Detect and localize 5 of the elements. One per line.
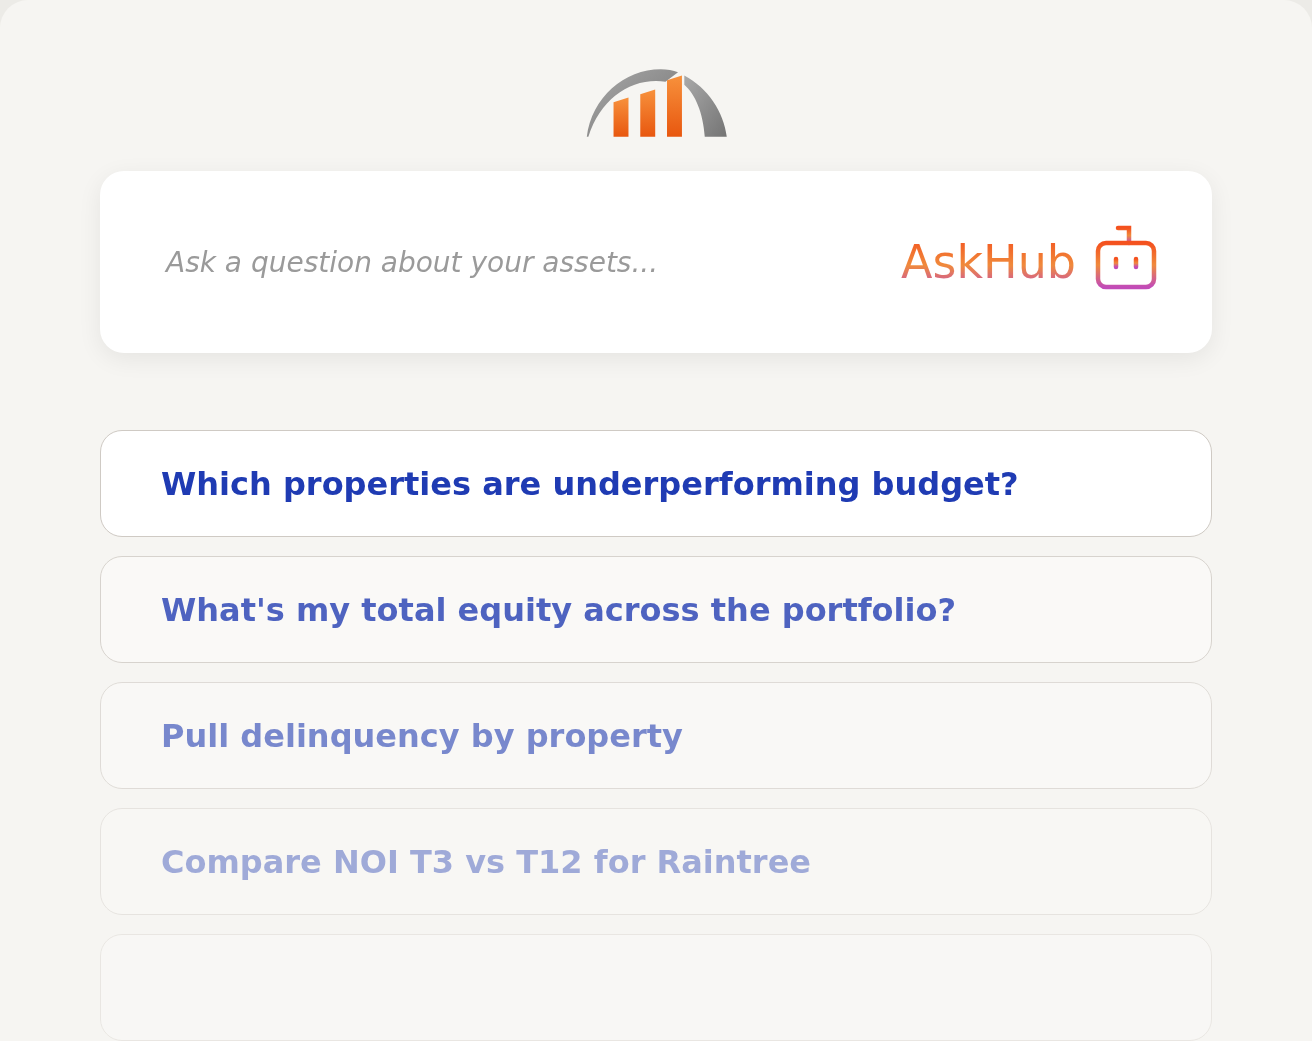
suggestion-button[interactable]: What's my total equity across the portfolio?: [100, 556, 1212, 663]
search-field[interactable]: Ask a question about your assets...: [166, 245, 901, 279]
suggestion-button[interactable]: Compare NOI T3 vs T12 for Raintree: [100, 808, 1212, 915]
suggestion-button[interactable]: Which properties are underperforming budget?: [100, 430, 1212, 537]
suggestion-button[interactable]: Pull delinquency by property: [100, 682, 1212, 789]
